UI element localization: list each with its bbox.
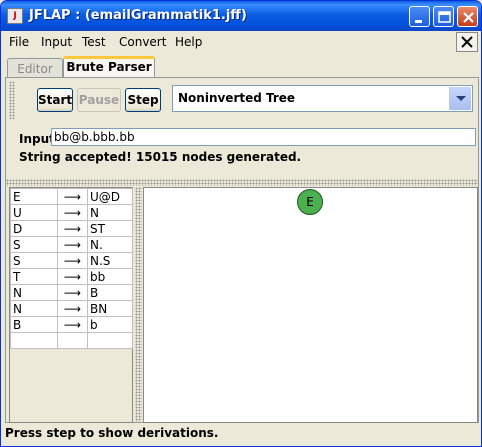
table-row[interactable]: N ⟶ BN: [10, 300, 133, 317]
step-button[interactable]: Step: [125, 88, 161, 112]
production-arrow[interactable]: ⟶: [57, 284, 88, 301]
table-row[interactable]: N ⟶ B: [10, 284, 133, 301]
menu-test[interactable]: Test: [82, 35, 106, 49]
table-row[interactable]: [10, 332, 133, 349]
rule-rhs[interactable]: ST: [87, 220, 133, 237]
close-icon: [463, 12, 474, 23]
table-row[interactable]: D ⟶ ST: [10, 220, 133, 237]
view-mode-value: Noninverted Tree: [178, 91, 296, 105]
rule-rhs[interactable]: bb: [87, 268, 133, 285]
production-arrow[interactable]: ⟶: [57, 188, 88, 205]
tab-strip: Editor Brute Parser: [5, 56, 479, 78]
production-arrow[interactable]: ⟶: [57, 236, 88, 253]
table-row[interactable]: S ⟶ N.S: [10, 252, 133, 269]
table-row[interactable]: T ⟶ bb: [10, 268, 133, 285]
rule-rhs[interactable]: N.S: [87, 252, 133, 269]
title-bar[interactable]: J JFLAP : (emailGrammatik1.jff): [1, 1, 481, 31]
input-string-field[interactable]: [51, 128, 476, 146]
table-row[interactable]: S ⟶ N.: [10, 236, 133, 253]
rule-lhs[interactable]: [10, 332, 58, 349]
window-title: JFLAP : (emailGrammatik1.jff): [29, 8, 247, 23]
view-mode-select[interactable]: Noninverted Tree: [172, 85, 473, 112]
production-arrow[interactable]: ⟶: [57, 252, 88, 269]
brute-parser-panel: Start Pause Step Noninverted Tree Input …: [5, 77, 479, 423]
jflap-app-icon: J: [7, 8, 23, 24]
production-arrow[interactable]: ⟶: [57, 316, 88, 333]
tab-brute-parser[interactable]: Brute Parser: [63, 56, 155, 78]
close-window-button[interactable]: [457, 6, 478, 27]
close-tab-button[interactable]: [456, 32, 478, 52]
minimize-button[interactable]: [409, 6, 430, 27]
rule-lhs[interactable]: S: [10, 236, 58, 253]
table-row[interactable]: E ⟶ U@D: [10, 188, 133, 205]
grammar-table-body: E ⟶ U@D U ⟶ N D ⟶ ST S ⟶ N. S ⟶ N.S T ⟶ bb N ⟶ B N ⟶ BN B ⟶ b: [10, 188, 133, 349]
production-arrow[interactable]: [57, 332, 88, 349]
minimize-icon: [415, 20, 422, 23]
rule-lhs[interactable]: N: [10, 300, 58, 317]
vertical-splitter[interactable]: [135, 187, 142, 423]
grammar-table-panel: E ⟶ U@D U ⟶ N D ⟶ ST S ⟶ N. S ⟶ N.S T ⟶ bb N ⟶ B N ⟶ BN B ⟶ b: [9, 187, 133, 423]
rule-lhs[interactable]: B: [10, 316, 58, 333]
rule-lhs[interactable]: D: [10, 220, 58, 237]
status-bar: Press step to show derivations.: [5, 426, 219, 440]
production-arrow[interactable]: ⟶: [57, 220, 88, 237]
parse-result-message: String accepted! 15015 nodes generated.: [19, 150, 302, 164]
production-arrow[interactable]: ⟶: [57, 204, 88, 221]
menu-convert[interactable]: Convert: [119, 35, 166, 49]
maximize-button[interactable]: [433, 6, 454, 27]
chevron-down-icon: [456, 96, 466, 101]
tab-editor[interactable]: Editor: [7, 58, 63, 78]
rule-rhs[interactable]: BN: [87, 300, 133, 317]
rule-rhs[interactable]: N.: [87, 236, 133, 253]
rule-rhs[interactable]: [87, 332, 133, 349]
rule-rhs[interactable]: U@D: [87, 188, 133, 205]
menu-input[interactable]: Input: [41, 35, 72, 49]
pause-button[interactable]: Pause: [77, 88, 121, 112]
grammar-table: E ⟶ U@D U ⟶ N D ⟶ ST S ⟶ N. S ⟶ N.S T ⟶ bb N ⟶ B N ⟶ BN B ⟶ b: [10, 188, 133, 349]
horizontal-splitter[interactable]: [6, 179, 478, 186]
production-arrow[interactable]: ⟶: [57, 300, 88, 317]
rule-lhs[interactable]: N: [10, 284, 58, 301]
rule-lhs[interactable]: S: [10, 252, 58, 269]
maximize-icon: [438, 11, 451, 23]
rule-lhs[interactable]: U: [10, 204, 58, 221]
toolbar-grip[interactable]: [9, 81, 15, 119]
close-icon: [461, 36, 473, 48]
input-label: Input: [19, 132, 55, 146]
dropdown-button[interactable]: [449, 87, 471, 110]
menu-file[interactable]: File: [9, 35, 29, 49]
menu-bar: File Input Test Convert Help: [1, 31, 481, 53]
derivation-tree-canvas[interactable]: E: [143, 187, 478, 423]
control-area: Start Pause Step Noninverted Tree Input …: [9, 81, 476, 179]
jflap-window: J JFLAP : (emailGrammatik1.jff) File Inp…: [0, 0, 482, 447]
menu-help[interactable]: Help: [175, 35, 202, 49]
rule-rhs[interactable]: N: [87, 204, 133, 221]
rule-lhs[interactable]: T: [10, 268, 58, 285]
table-row[interactable]: U ⟶ N: [10, 204, 133, 221]
production-arrow[interactable]: ⟶: [57, 268, 88, 285]
table-row[interactable]: B ⟶ b: [10, 316, 133, 333]
start-button[interactable]: Start: [37, 88, 73, 112]
rule-rhs[interactable]: B: [87, 284, 133, 301]
tree-root-node[interactable]: E: [297, 189, 323, 215]
rule-lhs[interactable]: E: [10, 188, 58, 205]
rule-rhs[interactable]: b: [87, 316, 133, 333]
